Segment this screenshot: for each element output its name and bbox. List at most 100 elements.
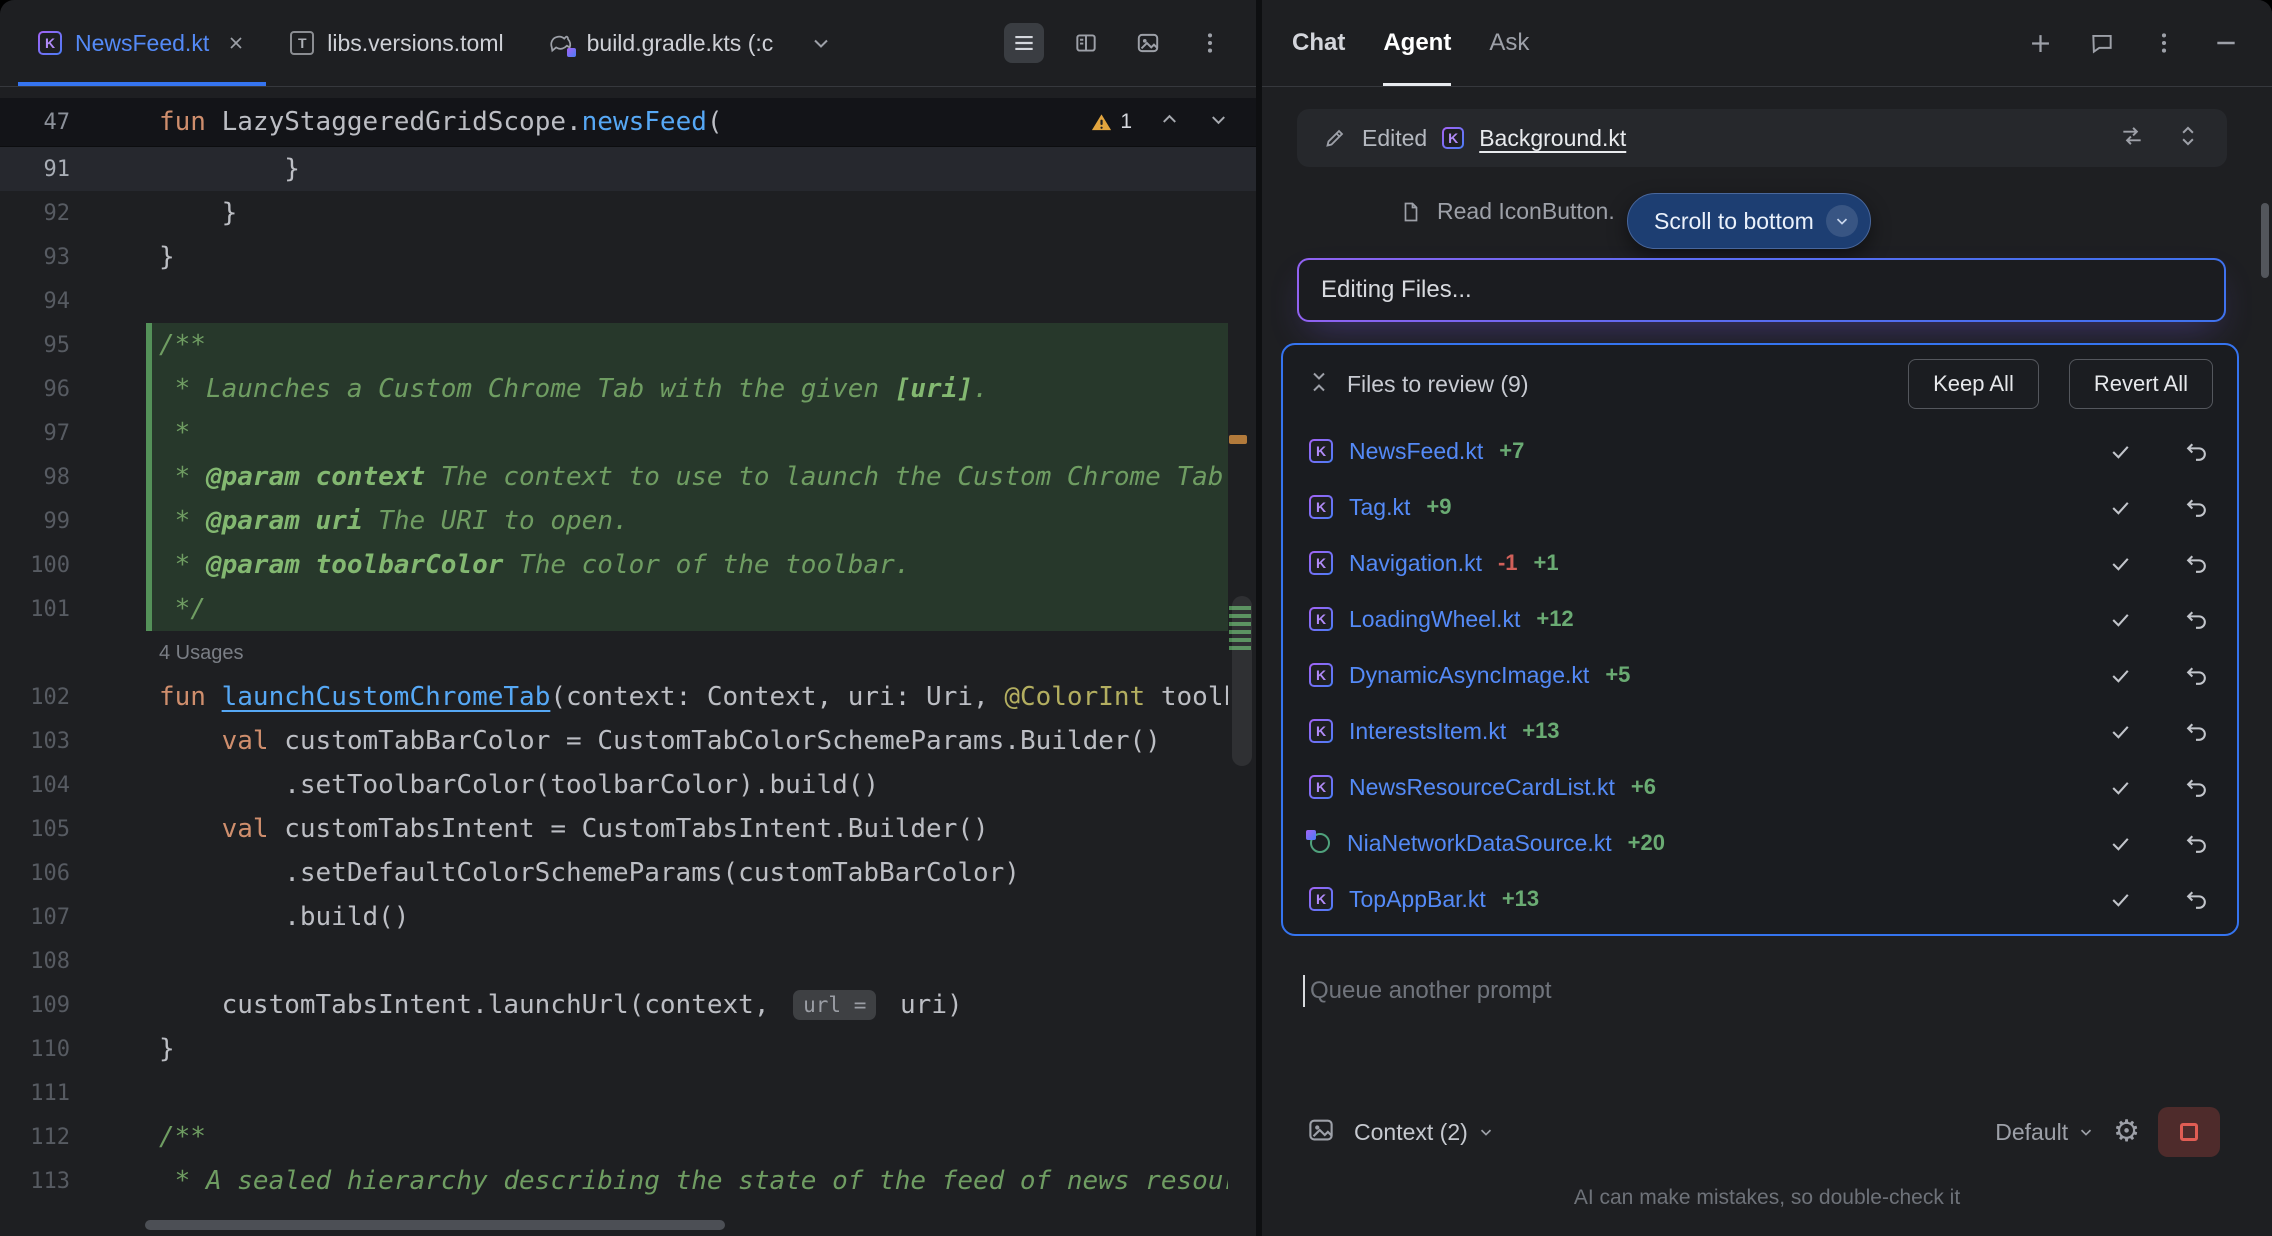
- revert-file-button[interactable]: [2181, 436, 2211, 466]
- file-link[interactable]: InterestsItem.kt: [1349, 718, 1506, 745]
- file-review-row[interactable]: KInterestsItem.kt+13: [1283, 703, 2237, 759]
- revert-file-button[interactable]: [2181, 716, 2211, 746]
- editor-layout-button[interactable]: [1004, 23, 1044, 63]
- file-link[interactable]: Tag.kt: [1349, 494, 1410, 521]
- tab-dropdown-button[interactable]: [795, 0, 847, 86]
- edited-file-link[interactable]: Background.kt: [1479, 125, 1626, 152]
- accept-file-button[interactable]: [2105, 604, 2135, 634]
- file-review-row[interactable]: KTopAppBar.kt+13: [1283, 871, 2237, 927]
- prompt-input[interactable]: Queue another prompt: [1303, 975, 1552, 1007]
- editor-tab-libs-versions-toml[interactable]: Tlibs.versions.toml: [268, 0, 525, 86]
- file-link[interactable]: DynamicAsyncImage.kt: [1349, 662, 1589, 689]
- revert-file-button[interactable]: [2181, 660, 2211, 690]
- file-link[interactable]: Navigation.kt: [1349, 550, 1482, 577]
- accept-file-button[interactable]: [2105, 884, 2135, 914]
- file-link[interactable]: NewsResourceCardList.kt: [1349, 774, 1615, 801]
- code-line[interactable]: 97 *: [0, 411, 1256, 455]
- stop-button[interactable]: [2158, 1107, 2220, 1157]
- revert-file-button[interactable]: [2181, 828, 2211, 858]
- collapse-button[interactable]: [1307, 370, 1331, 399]
- revert-file-button[interactable]: [2181, 772, 2211, 802]
- close-tab-button[interactable]: [226, 33, 246, 53]
- code-line[interactable]: 99 * @param uri The URI to open.: [0, 499, 1256, 543]
- next-warning-button[interactable]: [1207, 108, 1230, 136]
- usages-hint[interactable]: 4 Usages: [159, 642, 244, 665]
- settings-button[interactable]: ⚙: [2113, 1117, 2140, 1147]
- accept-file-button[interactable]: [2105, 828, 2135, 858]
- file-link[interactable]: NiaNetworkDataSource.kt: [1347, 830, 1612, 857]
- editor-menu-button[interactable]: [1190, 23, 1230, 63]
- file-review-row[interactable]: KDynamicAsyncImage.kt+5: [1283, 647, 2237, 703]
- code-area[interactable]: 91 }92 }93}9495/**96 * Launches a Custom…: [0, 147, 1256, 1236]
- warning-badge[interactable]: 1: [1090, 110, 1132, 134]
- chat-tab-ask[interactable]: Ask: [1489, 0, 1529, 86]
- usages-hint-line[interactable]: 4 Usages: [0, 631, 1256, 675]
- edited-file-card[interactable]: Edited K Background.kt: [1297, 109, 2227, 167]
- model-selector[interactable]: Default: [1995, 1119, 2095, 1146]
- code-line[interactable]: 104 .setToolbarColor(toolbarColor).build…: [0, 763, 1256, 807]
- code-line[interactable]: 94: [0, 279, 1256, 323]
- split-editor-button[interactable]: [1066, 23, 1106, 63]
- accept-file-button[interactable]: [2105, 492, 2135, 522]
- revert-file-button[interactable]: [2181, 604, 2211, 634]
- file-link[interactable]: NewsFeed.kt: [1349, 438, 1483, 465]
- file-review-row[interactable]: NiaNetworkDataSource.kt+20: [1283, 815, 2237, 871]
- code-line[interactable]: 110}: [0, 1027, 1256, 1071]
- file-review-row[interactable]: KNewsResourceCardList.kt+6: [1283, 759, 2237, 815]
- accept-file-button[interactable]: [2105, 660, 2135, 690]
- file-link[interactable]: LoadingWheel.kt: [1349, 606, 1520, 633]
- code-line[interactable]: 108: [0, 939, 1256, 983]
- file-review-row[interactable]: KLoadingWheel.kt+12: [1283, 591, 2237, 647]
- editor-tab-build-gradle-kts-c[interactable]: build.gradle.kts (:c: [526, 0, 796, 86]
- code-line[interactable]: 96 * Launches a Custom Chrome Tab with t…: [0, 367, 1256, 411]
- horizontal-scrollbar-thumb[interactable]: [145, 1220, 725, 1230]
- keep-all-button[interactable]: Keep All: [1908, 359, 2039, 409]
- diff-button[interactable]: [2119, 123, 2145, 154]
- code-line[interactable]: 106 .setDefaultColorSchemeParams(customT…: [0, 851, 1256, 895]
- preview-button[interactable]: [1128, 23, 1168, 63]
- code-line[interactable]: 95/**: [0, 323, 1256, 367]
- file-link[interactable]: TopAppBar.kt: [1349, 886, 1486, 913]
- accept-file-button[interactable]: [2105, 436, 2135, 466]
- revert-file-button[interactable]: [2181, 884, 2211, 914]
- code-line[interactable]: 91 }: [0, 147, 1256, 191]
- code-line[interactable]: 105 val customTabsIntent = CustomTabsInt…: [0, 807, 1256, 851]
- new-chat-button[interactable]: [2024, 27, 2056, 59]
- code-line[interactable]: 102fun launchCustomChromeTab(context: Co…: [0, 675, 1256, 719]
- sticky-header-line[interactable]: 47 fun LazyStaggeredGridScope.newsFeed( …: [0, 98, 1256, 147]
- file-review-row[interactable]: KTag.kt+9: [1283, 479, 2237, 535]
- chat-scrollbar-thumb[interactable]: [2261, 203, 2269, 278]
- code-line-content: * A sealed hierarchy describing the stat…: [70, 1159, 1228, 1203]
- accept-file-button[interactable]: [2105, 548, 2135, 578]
- code-line[interactable]: 112/**: [0, 1115, 1256, 1159]
- vertical-scrollbar-thumb[interactable]: [1232, 596, 1252, 766]
- code-line[interactable]: 113 * A sealed hierarchy describing the …: [0, 1159, 1256, 1203]
- code-line[interactable]: 101 */: [0, 587, 1256, 631]
- code-line[interactable]: 98 * @param context The context to use t…: [0, 455, 1256, 499]
- revert-file-button[interactable]: [2181, 548, 2211, 578]
- accept-file-button[interactable]: [2105, 772, 2135, 802]
- accept-file-button[interactable]: [2105, 716, 2135, 746]
- chat-tab-chat[interactable]: Chat: [1292, 0, 1345, 86]
- chat-menu-button[interactable]: [2148, 27, 2180, 59]
- expand-button[interactable]: [2175, 123, 2201, 154]
- file-review-row[interactable]: KNewsFeed.kt+7: [1283, 423, 2237, 479]
- scroll-to-bottom-button[interactable]: Scroll to bottom: [1627, 193, 1871, 249]
- code-line[interactable]: 109 customTabsIntent.launchUrl(context, …: [0, 983, 1256, 1027]
- revert-file-button[interactable]: [2181, 492, 2211, 522]
- context-selector[interactable]: Context (2): [1354, 1119, 1495, 1146]
- hide-panel-button[interactable]: [2210, 27, 2242, 59]
- chat-history-button[interactable]: [2086, 27, 2118, 59]
- attach-image-button[interactable]: [1306, 1115, 1336, 1150]
- code-line[interactable]: 93}: [0, 235, 1256, 279]
- code-line[interactable]: 107 .build(): [0, 895, 1256, 939]
- chat-tab-agent[interactable]: Agent: [1383, 0, 1451, 86]
- code-line[interactable]: 100 * @param toolbarColor The color of t…: [0, 543, 1256, 587]
- revert-all-button[interactable]: Revert All: [2069, 359, 2213, 409]
- code-line[interactable]: 92 }: [0, 191, 1256, 235]
- code-line[interactable]: 111: [0, 1071, 1256, 1115]
- code-line[interactable]: 103 val customTabBarColor = CustomTabCol…: [0, 719, 1256, 763]
- editor-tab-newsfeed-kt[interactable]: KNewsFeed.kt: [16, 0, 268, 86]
- prev-warning-button[interactable]: [1158, 108, 1181, 136]
- file-review-row[interactable]: KNavigation.kt-1+1: [1283, 535, 2237, 591]
